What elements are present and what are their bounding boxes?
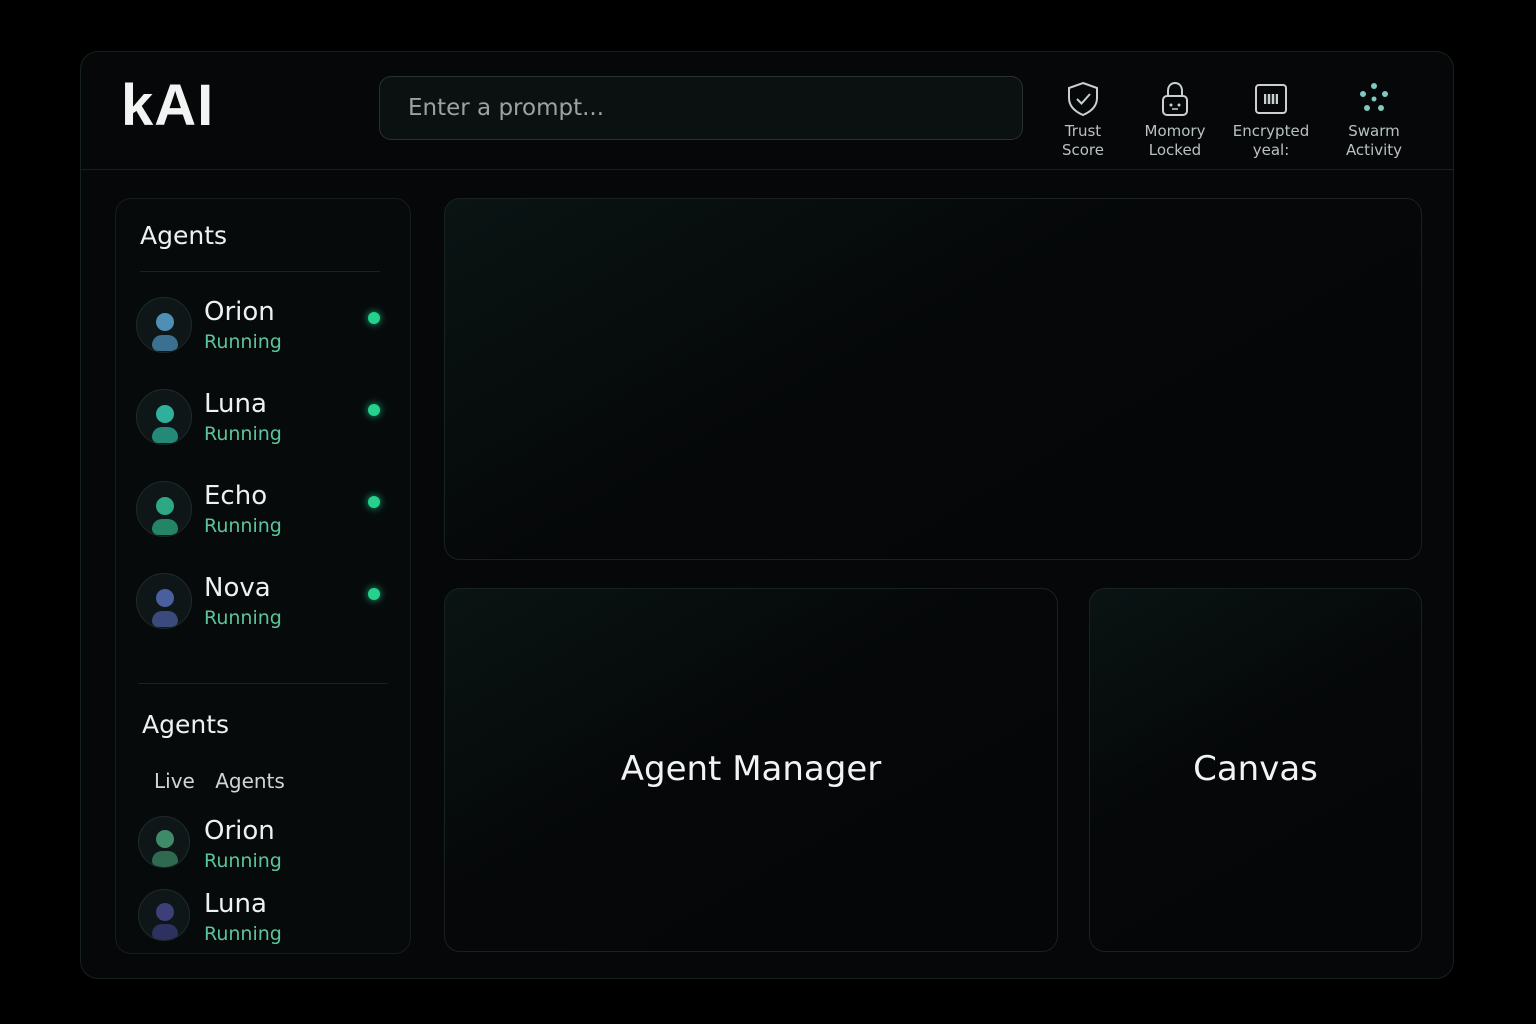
status-indicator: [368, 404, 380, 416]
swarm-dots-icon: [1356, 80, 1392, 118]
prompt-input[interactable]: [408, 95, 994, 121]
agent-name: Luna: [204, 389, 267, 419]
encrypted-vault-label: Encrypted yeal:: [1232, 122, 1310, 159]
live-agents-tabs: Live Agents: [154, 769, 299, 793]
agent-item-nova[interactable]: Nova Running: [136, 573, 398, 633]
tab-agents[interactable]: Agents: [215, 769, 285, 793]
agent-status: Running: [204, 923, 282, 945]
lock-icon: [1157, 80, 1193, 118]
app-logo: kAI: [121, 73, 215, 138]
status-indicator: [368, 588, 380, 600]
swarm-activity-button[interactable]: Swarm Activity: [1324, 80, 1424, 160]
avatar: [136, 389, 192, 445]
agents-sidebar: Agents Orion Running Luna Running Echo R…: [115, 198, 411, 954]
app-window: kAI Trust Score: [80, 51, 1454, 979]
canvas-panel[interactable]: Canvas: [1089, 588, 1422, 952]
agent-status: Running: [204, 850, 282, 872]
agent-item-luna[interactable]: Luna Running: [136, 389, 398, 449]
agent-status: Running: [204, 607, 282, 629]
swarm-activity-label: Swarm Activity: [1345, 122, 1403, 159]
agents-heading: Agents: [140, 221, 228, 250]
avatar: [136, 573, 192, 629]
canvas-title: Canvas: [1193, 749, 1318, 789]
avatar: [138, 889, 190, 941]
section-divider: [138, 683, 388, 684]
avatar: [138, 816, 190, 868]
trust-score-label: Trust Score: [1061, 122, 1104, 159]
agent-name: Nova: [204, 573, 271, 603]
top-bar: kAI Trust Score: [81, 52, 1453, 170]
agent-item-echo[interactable]: Echo Running: [136, 481, 398, 541]
top-workspace-panel[interactable]: [444, 198, 1422, 560]
encrypted-vault-button[interactable]: Encrypted yeal:: [1221, 80, 1321, 160]
memory-locked-label: Momory Locked: [1144, 122, 1206, 159]
tab-live[interactable]: Live: [154, 769, 195, 793]
agents-section-heading: Agents: [142, 710, 230, 739]
agent-item-orion[interactable]: Orion Running: [136, 297, 398, 357]
agent-status: Running: [204, 515, 282, 537]
prompt-field[interactable]: [379, 76, 1023, 140]
agent-name: Luna: [204, 889, 267, 919]
memory-locked-button[interactable]: Momory Locked: [1125, 80, 1225, 160]
status-indicator: [368, 496, 380, 508]
vault-icon: [1253, 80, 1289, 118]
avatar: [136, 481, 192, 537]
shield-check-icon: [1065, 80, 1101, 118]
agent-name: Orion: [204, 816, 275, 846]
agent-name: Orion: [204, 297, 275, 327]
agent-status: Running: [204, 423, 282, 445]
sidebar-divider: [140, 271, 380, 272]
live-agent-item-orion[interactable]: Orion Running: [138, 816, 400, 876]
live-agent-item-luna[interactable]: Luna Running: [138, 889, 400, 949]
avatar: [136, 297, 192, 353]
status-indicator: [368, 312, 380, 324]
agent-manager-panel[interactable]: Agent Manager: [444, 588, 1058, 952]
agent-status: Running: [204, 331, 282, 353]
agent-manager-title: Agent Manager: [620, 749, 882, 789]
trust-score-button[interactable]: Trust Score: [1033, 80, 1133, 160]
agent-name: Echo: [204, 481, 268, 511]
